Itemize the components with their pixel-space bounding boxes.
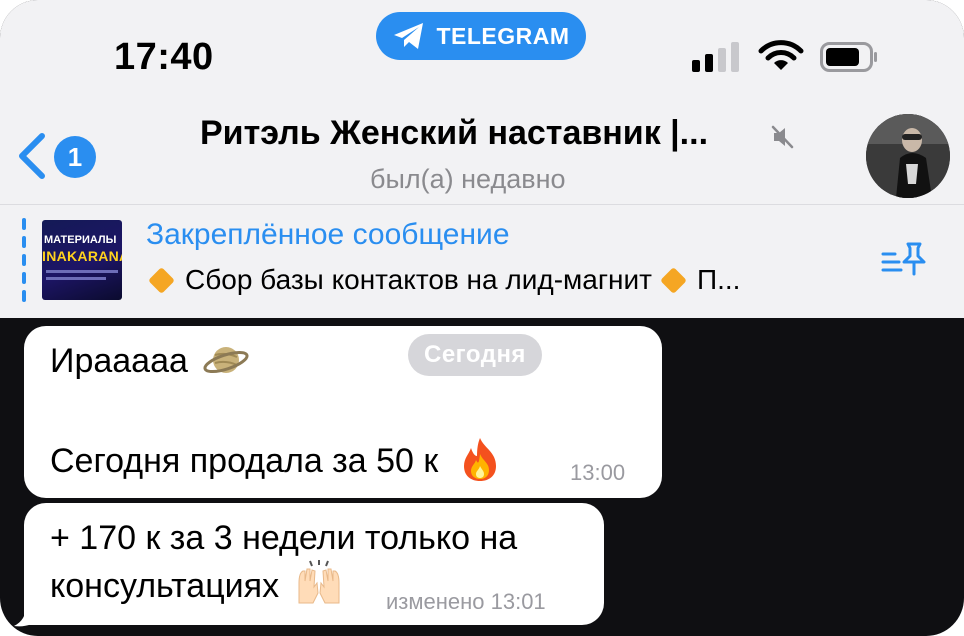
thumb-text-line xyxy=(46,270,118,273)
chat-status: был(а) недавно xyxy=(370,164,566,194)
top-area: 17:40 TELEGRAM 1 Ритэль Женский наставни… xyxy=(0,0,964,318)
message-text: Сегодня продала за 50 к xyxy=(50,442,439,480)
pinned-thumb-line2: INAKARANA xyxy=(42,248,122,264)
saturn-icon xyxy=(203,347,249,374)
unread-badge[interactable]: 1 xyxy=(54,136,96,178)
pinned-list-icon[interactable] xyxy=(880,240,928,280)
battery-icon xyxy=(820,42,877,72)
message-time: 13:00 xyxy=(570,460,626,485)
message-line: + 170 к за 3 недели только на xyxy=(50,519,518,557)
telegram-pill[interactable]: TELEGRAM xyxy=(376,12,586,60)
header-divider xyxy=(0,204,964,205)
avatar-photo-icon xyxy=(866,114,950,198)
thumb-text-line xyxy=(46,277,106,280)
wifi-icon xyxy=(758,40,804,70)
phone-screen: 17:40 TELEGRAM 1 Ритэль Женский наставни… xyxy=(0,0,964,636)
message-time-edited: изменено 13:01 xyxy=(386,589,546,614)
pinned-text[interactable]: Сбор базы контактов на лид-магнит П... xyxy=(146,264,740,296)
chat-title[interactable]: Ритэль Женский наставник |... xyxy=(200,114,708,153)
pinned-indicator xyxy=(22,218,26,304)
date-separator: Сегодня xyxy=(408,334,542,376)
message-line: консультациях xyxy=(50,560,345,606)
pinned-thumbnail[interactable]: МАТЕРИАЛЫ INAKARANA xyxy=(42,220,122,300)
fire-icon xyxy=(463,438,496,482)
cell-signal-icon xyxy=(692,42,739,72)
orange-diamond-icon xyxy=(148,266,175,294)
back-chevron-icon[interactable] xyxy=(14,132,48,180)
pinned-text-part2: П... xyxy=(696,264,741,295)
pinned-title[interactable]: Закреплённое сообщение xyxy=(146,218,510,252)
bubble-tail xyxy=(14,596,42,627)
message-bubble[interactable]: + 170 к за 3 недели только на консультац… xyxy=(24,503,604,625)
raised-hands-icon xyxy=(298,560,340,604)
pinned-thumb-line1: МАТЕРИАЛЫ xyxy=(44,234,117,246)
pinned-text-part1: Сбор базы контактов на лид-магнит xyxy=(185,264,652,295)
orange-diamond-icon xyxy=(660,266,687,294)
status-time: 17:40 xyxy=(114,36,214,78)
muted-speaker-icon xyxy=(771,125,794,149)
message-bubble[interactable]: Ирааааа Сегодня продала за 50 к 13:00 xyxy=(24,326,662,498)
message-text: консультациях xyxy=(50,567,280,605)
message-line: Сегодня продала за 50 к xyxy=(50,438,502,482)
telegram-plane-icon xyxy=(394,23,424,49)
avatar[interactable] xyxy=(866,114,950,198)
message-line: Ирааааа xyxy=(50,342,249,383)
message-text: Ирааааа xyxy=(50,342,188,380)
telegram-pill-label: TELEGRAM xyxy=(436,22,570,49)
